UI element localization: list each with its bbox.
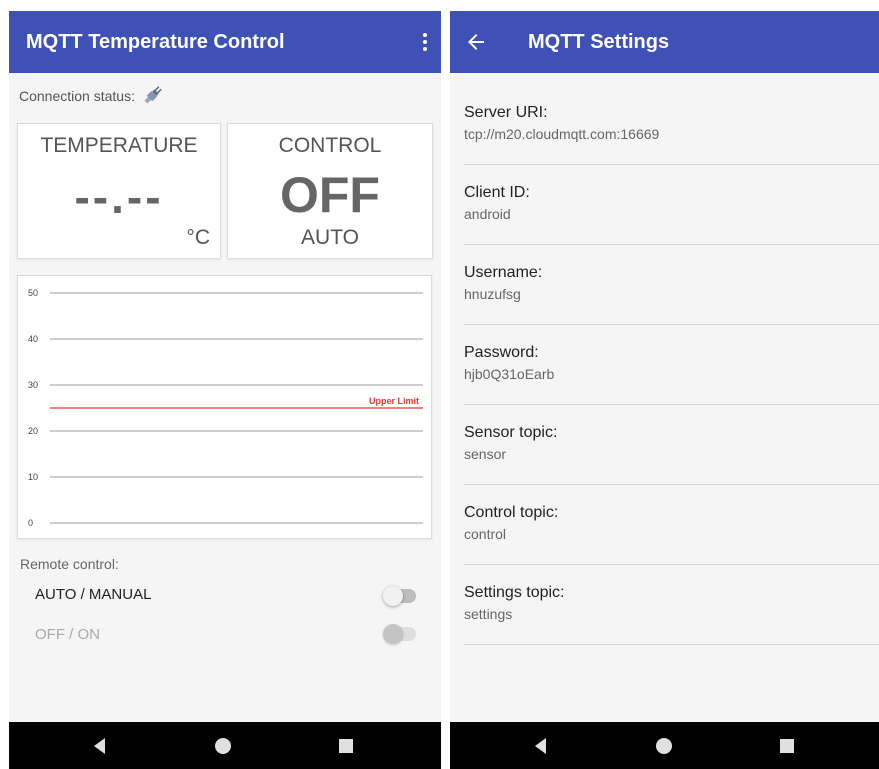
app-title: MQTT Temperature Control (26, 31, 285, 53)
chart-y-tick-label: 30 (28, 380, 38, 390)
temperature-unit: °C (186, 226, 210, 249)
settings-item-value: settings (464, 606, 513, 622)
settings-item-value: hnuzufsg (464, 286, 521, 302)
nav-recent-icon[interactable] (335, 735, 357, 757)
nav-home-icon[interactable] (212, 735, 234, 757)
remote-control-label: Remote control: (20, 556, 119, 572)
settings-item-value: control (464, 526, 507, 542)
navigation-bar (9, 722, 441, 769)
chart-y-tick-label: 20 (28, 426, 38, 436)
upper-limit-label: Upper Limit (369, 396, 419, 406)
settings-item[interactable]: Password: hjb0Q31oEarb (464, 324, 879, 405)
off-on-switch[interactable] (383, 624, 417, 644)
off-on-label: OFF / ON (35, 626, 100, 643)
settings-item[interactable]: Control topic: control (464, 484, 879, 565)
temperature-value: --.-- (74, 171, 164, 223)
chart-y-tick-label: 50 (28, 288, 38, 298)
auto-manual-switch[interactable] (383, 586, 417, 606)
settings-screen: MQTT Settings Server URI: tcp://m20.cloud… (450, 11, 879, 769)
chart-y-tick-label: 10 (28, 472, 38, 482)
temperature-card: TEMPERATURE --.-- °C (17, 123, 221, 259)
settings-title: MQTT Settings (528, 31, 670, 53)
settings-item-title: Settings topic: (464, 584, 565, 601)
settings-item[interactable]: Sensor topic: sensor (464, 404, 879, 485)
connection-status: Connection status: (19, 85, 165, 105)
chart-svg: 0 10 20 30 40 50 Upper Limit (28, 288, 423, 528)
connection-status-label: Connection status: (19, 88, 135, 104)
settings-item[interactable]: Server URI: tcp://m20.cloudmqtt.com:16669 (464, 84, 879, 165)
chart-y-tick-label: 0 (28, 518, 33, 528)
nav-recent-icon[interactable] (776, 735, 798, 757)
nav-back-icon[interactable] (530, 735, 552, 757)
main-screen: MQTT Temperature Control Connection stat… (9, 11, 441, 769)
plug-icon (144, 86, 162, 104)
settings-item-title: Server URI: (464, 104, 548, 121)
control-state: OFF (280, 167, 380, 223)
settings-item-value: hjb0Q31oEarb (464, 366, 555, 382)
more-vert-icon[interactable] (423, 33, 427, 54)
settings-item-title: Control topic: (464, 504, 559, 521)
app-bar: MQTT Temperature Control (9, 11, 441, 73)
temperature-title: TEMPERATURE (40, 134, 198, 157)
settings-item[interactable]: Client ID: android (464, 164, 879, 245)
arrow-back-icon[interactable] (464, 30, 488, 54)
settings-item-title: Password: (464, 344, 539, 361)
auto-manual-label: AUTO / MANUAL (35, 586, 152, 603)
chart-y-tick-label: 40 (28, 334, 38, 344)
settings-item[interactable]: Username: hnuzufsg (464, 244, 879, 325)
nav-back-icon[interactable] (89, 735, 111, 757)
settings-item-title: Sensor topic: (464, 424, 558, 441)
settings-item-title: Username: (464, 264, 543, 281)
control-card: CONTROL OFF AUTO (227, 123, 433, 259)
settings-item[interactable]: Settings topic: settings (464, 564, 879, 645)
settings-app-bar: MQTT Settings (450, 11, 879, 73)
control-title: CONTROL (278, 134, 382, 157)
temperature-chart: 0 10 20 30 40 50 Upper Limit (17, 275, 432, 539)
settings-item-title: Client ID: (464, 184, 530, 201)
settings-item-value: tcp://m20.cloudmqtt.com:16669 (464, 126, 660, 142)
control-mode: AUTO (301, 226, 359, 249)
nav-home-icon[interactable] (653, 735, 675, 757)
navigation-bar (450, 722, 879, 769)
settings-item-value: sensor (464, 446, 507, 462)
settings-item-value: android (464, 206, 511, 222)
